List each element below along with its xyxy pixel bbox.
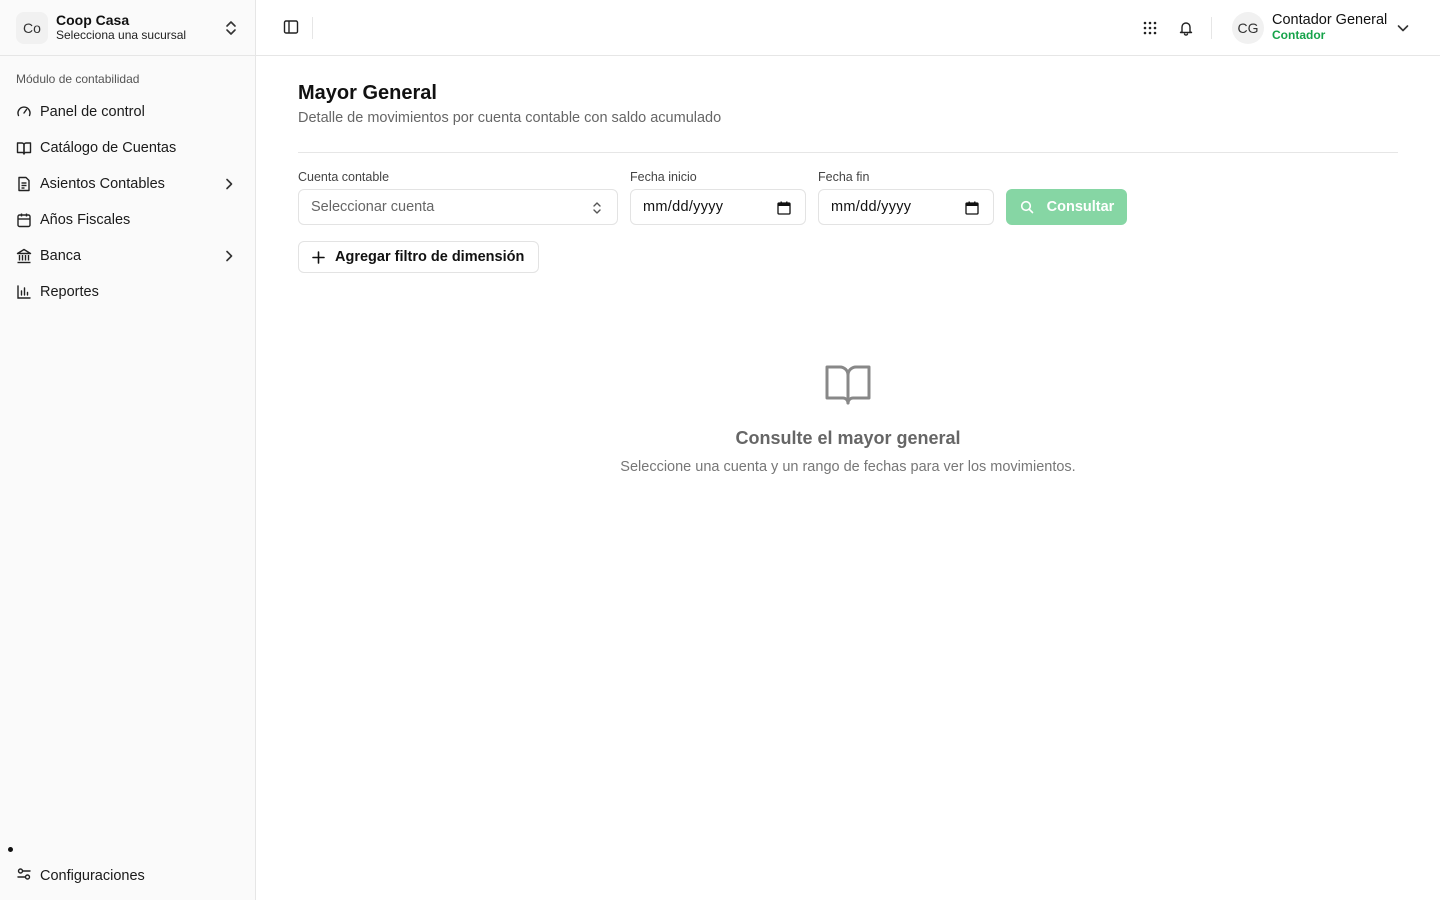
- bar-chart-icon: [16, 284, 32, 300]
- plus-icon: [311, 250, 325, 264]
- empty-state-message: Seleccione una cuenta y un rango de fech…: [620, 459, 1076, 475]
- start-date-input[interactable]: mm/dd/yyyy: [630, 189, 806, 225]
- add-dimension-filter-label: Agregar filtro de dimensión: [335, 249, 525, 265]
- sidebar-item-banca[interactable]: Banca: [8, 238, 248, 274]
- bank-icon: [16, 248, 32, 264]
- sidebar: Co Coop Casa Selecciona una sucursal Mód…: [0, 0, 256, 900]
- apps-menu-button[interactable]: [1139, 17, 1161, 39]
- end-date-input[interactable]: mm/dd/yyyy: [818, 189, 994, 225]
- user-role: Contador: [1272, 28, 1326, 42]
- user-menu[interactable]: CG Contador General Contador: [1232, 8, 1418, 48]
- content-divider: [298, 152, 1398, 153]
- consultar-button-label: Consultar: [1046, 199, 1115, 215]
- account-select[interactable]: Seleccionar cuenta: [298, 189, 618, 225]
- grid-icon: [1143, 21, 1157, 35]
- book-icon: [16, 140, 32, 156]
- sidebar-item-label: Catálogo de Cuentas: [40, 140, 177, 156]
- consultar-button[interactable]: Consultar: [1006, 189, 1127, 225]
- sliders-icon: [16, 866, 32, 887]
- sidebar-divider: [0, 55, 256, 56]
- sidebar-item-configuraciones[interactable]: Configuraciones: [8, 858, 248, 894]
- sidebar-item-catalogo-de-cuentas[interactable]: Catálogo de Cuentas: [8, 130, 248, 166]
- org-subtitle: Selecciona una sucursal: [56, 28, 187, 42]
- panel-left-icon: [283, 20, 299, 34]
- org-avatar: Co: [16, 12, 48, 44]
- open-book-icon: [825, 365, 871, 405]
- file-text-icon: [16, 176, 32, 192]
- top-header: CG Contador General Contador: [256, 0, 1440, 56]
- add-dimension-filter-button[interactable]: Agregar filtro de dimensión: [298, 241, 539, 273]
- sidebar-item-label: Reportes: [40, 284, 99, 300]
- account-select-placeholder: Seleccionar cuenta: [311, 199, 435, 215]
- sidebar-item-label: Asientos Contables: [40, 176, 165, 192]
- start-date-label: Fecha inicio: [630, 170, 697, 184]
- avatar: CG: [1232, 12, 1264, 44]
- sidebar-item-asientos-contables[interactable]: Asientos Contables: [8, 166, 248, 202]
- bell-icon: [1179, 22, 1193, 36]
- chevron-right-icon: [226, 250, 233, 262]
- chevron-right-icon: [226, 178, 233, 190]
- search-icon: [1019, 199, 1035, 215]
- sidebar-item-label: Años Fiscales: [40, 212, 131, 228]
- organization-switcher[interactable]: Co Coop Casa Selecciona una sucursal: [8, 8, 248, 48]
- user-name: Contador General: [1272, 13, 1388, 28]
- header-divider: [1211, 17, 1212, 39]
- settings-label: Configuraciones: [40, 868, 145, 884]
- sidebar-item-panel-de-control[interactable]: Panel de control: [8, 94, 248, 130]
- header-divider: [312, 17, 313, 39]
- page-title: Mayor General: [298, 82, 437, 104]
- chevron-down-icon: [1397, 25, 1409, 32]
- gauge-icon: [16, 104, 32, 120]
- sidebar-nav: Panel de control Catálogo de Cuentas Asi…: [8, 94, 248, 310]
- chevrons-up-down-icon: [226, 21, 236, 35]
- calendar-icon: [16, 212, 32, 228]
- sidebar-item-anos-fiscales[interactable]: Años Fiscales: [8, 202, 248, 238]
- sidebar-section-label: Módulo de contabilidad: [16, 72, 140, 86]
- sidebar-toggle-button[interactable]: [280, 16, 302, 38]
- end-date-value: mm/dd/yyyy: [831, 199, 912, 215]
- chevrons-up-down-icon: [593, 202, 601, 214]
- empty-state-title: Consulte el mayor general: [735, 428, 961, 448]
- account-label: Cuenta contable: [298, 170, 390, 184]
- org-name: Coop Casa: [56, 12, 130, 28]
- notifications-button[interactable]: [1175, 17, 1197, 39]
- sidebar-item-label: Banca: [40, 248, 82, 264]
- calendar-picker-icon[interactable]: [777, 201, 791, 215]
- calendar-picker-icon[interactable]: [965, 201, 979, 215]
- start-date-value: mm/dd/yyyy: [643, 199, 724, 215]
- page-subtitle: Detalle de movimientos por cuenta contab…: [298, 110, 722, 126]
- status-dot: [8, 847, 13, 852]
- sidebar-item-reportes[interactable]: Reportes: [8, 274, 248, 310]
- sidebar-item-label: Panel de control: [40, 104, 145, 120]
- end-date-label: Fecha fin: [818, 170, 870, 184]
